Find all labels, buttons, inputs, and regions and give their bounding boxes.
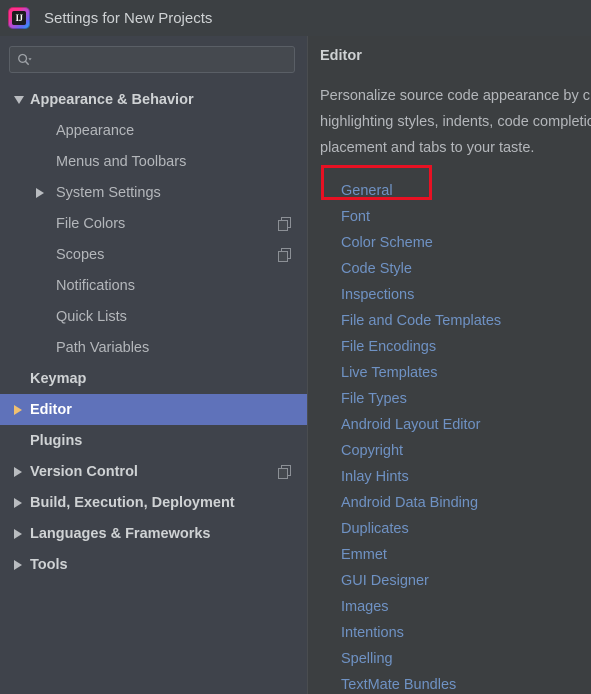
sidebar-item-label: Keymap [30,370,87,387]
settings-window: IJ Settings for New Projects Appearance … [0,0,591,694]
sidebar-item-editor[interactable]: Editor [0,394,307,425]
sidebar-item-label: Version Control [30,463,138,480]
sidebar-item-path-variables[interactable]: Path Variables [0,332,307,363]
sidebar-item-languages-frameworks[interactable]: Languages & Frameworks [0,518,307,549]
detail-link-images[interactable]: Images [341,594,591,620]
chevron-right-icon[interactable] [14,528,22,539]
sidebar-item-tools[interactable]: Tools [0,549,307,580]
sidebar-item-label: Appearance [56,122,135,139]
sidebar-item-label: Languages & Frameworks [30,525,211,542]
detail-link-textmate-bundles[interactable]: TextMate Bundles [341,672,591,694]
title-bar: IJ Settings for New Projects [0,0,591,36]
sidebar-item-label: Tools [30,556,68,573]
detail-link-duplicates[interactable]: Duplicates [341,516,591,542]
detail-link-spelling[interactable]: Spelling [341,646,591,672]
detail-link-copyright[interactable]: Copyright [341,438,591,464]
detail-link-live-templates[interactable]: Live Templates [341,360,591,386]
sidebar-item-notifications[interactable]: Notifications [0,270,307,301]
sidebar-item-label: Build, Execution, Deployment [30,494,235,511]
detail-panel: Editor Personalize source code appearanc… [307,36,591,694]
detail-link-gui-designer[interactable]: GUI Designer [341,568,591,594]
sidebar-item-label: Editor [30,401,72,418]
sidebar-item-label: Path Variables [56,339,150,356]
detail-link-general[interactable]: General [341,178,591,204]
sidebar-item-system-settings[interactable]: System Settings [0,177,307,208]
detail-link-color-scheme[interactable]: Color Scheme [341,230,591,256]
sidebar-item-label: Scopes [56,246,105,263]
detail-link-file-encodings[interactable]: File Encodings [341,334,591,360]
chevron-right-icon[interactable] [14,497,22,508]
detail-link-file-types[interactable]: File Types [341,386,591,412]
detail-link-inspections[interactable]: Inspections [341,282,591,308]
copy-icon[interactable] [278,216,291,231]
detail-link-file-and-code-templates[interactable]: File and Code Templates [341,308,591,334]
subpage-link-list: General Font Color Scheme Code Style Inspect… [341,178,591,694]
detail-link-intentions[interactable]: Intentions [341,620,591,646]
settings-sidebar: Appearance & Behavior Appearance Menus and… [0,36,307,694]
sidebar-item-label: Quick Lists [56,308,127,325]
sidebar-item-menus-and-toolbars[interactable]: Menus and Toolbars [0,146,307,177]
sidebar-item-label: File Colors [56,215,126,232]
chevron-right-icon[interactable] [14,466,22,477]
chevron-right-icon[interactable] [36,187,44,198]
detail-link-inlay-hints[interactable]: Inlay Hints [341,464,591,490]
sidebar-item-keymap[interactable]: Keymap [0,363,307,394]
sidebar-item-label: Appearance & Behavior [30,91,194,108]
sidebar-item-label: Plugins [30,432,83,449]
sidebar-item-version-control[interactable]: Version Control [0,456,307,487]
search-field[interactable] [9,46,295,73]
sidebar-item-appearance-behavior[interactable]: Appearance & Behavior [0,84,307,115]
sidebar-item-label: Menus and Toolbars [56,153,187,170]
page-description: Personalize source code appearance by ch… [320,88,591,156]
chevron-right-icon[interactable] [14,559,22,570]
sidebar-item-plugins[interactable]: Plugins [0,425,307,456]
detail-link-emmet[interactable]: Emmet [341,542,591,568]
sidebar-item-quick-lists[interactable]: Quick Lists [0,301,307,332]
window-title: Settings for New Projects [44,9,213,27]
search-input[interactable] [32,48,294,71]
copy-icon[interactable] [278,247,291,262]
app-icon-label: IJ [15,13,23,23]
sidebar-item-label: Notifications [56,277,135,294]
sidebar-item-build-execution-deployment[interactable]: Build, Execution, Deployment [0,487,307,518]
detail-link-code-style[interactable]: Code Style [341,256,591,282]
settings-tree: Appearance & Behavior Appearance Menus and… [0,84,307,580]
sidebar-item-appearance[interactable]: Appearance [0,115,307,146]
sidebar-item-label: System Settings [56,184,161,201]
detail-link-android-data-binding[interactable]: Android Data Binding [341,490,591,516]
chevron-down-icon[interactable] [14,95,24,104]
sidebar-item-scopes[interactable]: Scopes [0,239,307,270]
detail-link-font[interactable]: Font [341,204,591,230]
chevron-right-icon[interactable] [14,404,22,415]
detail-link-android-layout-editor[interactable]: Android Layout Editor [341,412,591,438]
search-icon [17,53,32,67]
intellij-idea-icon: IJ [8,7,30,29]
page-title: Editor [320,48,362,64]
sidebar-item-file-colors[interactable]: File Colors [0,208,307,239]
copy-icon[interactable] [278,464,291,479]
